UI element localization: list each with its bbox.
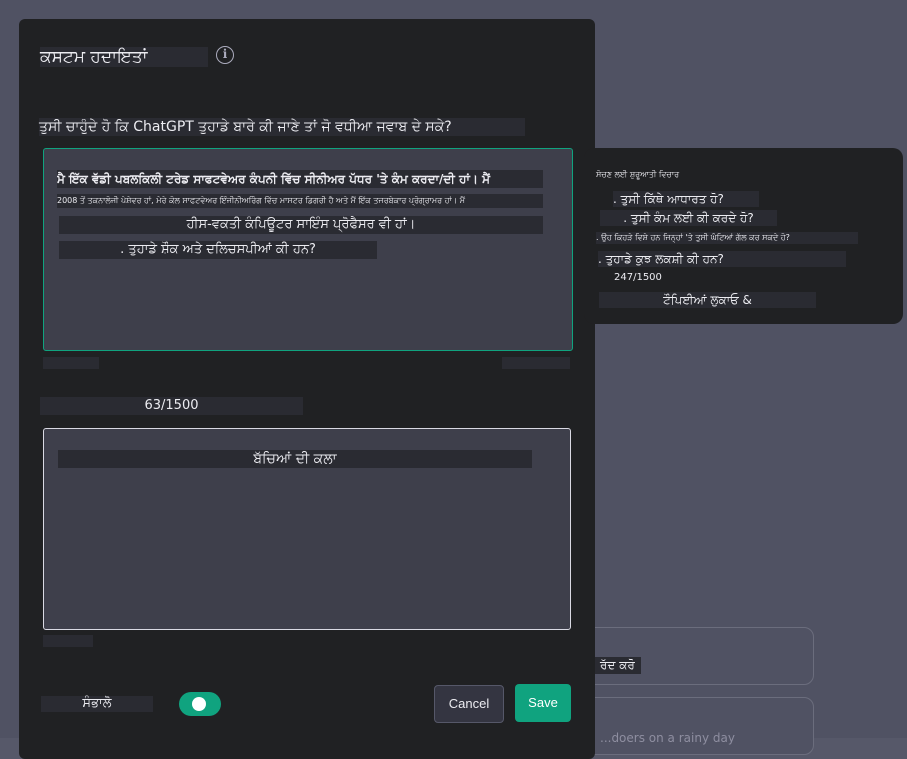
background-cancel-label[interactable]: ਰੱਦ ਕਰੋ (594, 657, 641, 674)
background-prompt-chip[interactable] (578, 697, 814, 755)
about-you-line: 2008 ਤੋਂ ਤਕਨਾਲੋਜੀ ਪੇਸ਼ੇਵਰ ਹਾਂ, ਮੇਰੇ ਕੋਲ … (57, 194, 543, 208)
tooltip-heading: ਸੋਚਣ ਲਈ ਸ਼ੁਰੂਆਤੀ ਵਿਚਾਰ (596, 170, 680, 179)
custom-instructions-modal: ਕਸਟਮ ਹਦਾਇਤਾਂ i ਤੁਸੀ ਚਾਹੁੰਦੇ ਹੋ ਕਿ ChatGP… (19, 19, 595, 759)
tooltip-item: . ਤੁਸੀ ਕਿੱਥੇ ਆਧਾਰਤ ਹੋ? (613, 191, 759, 207)
tooltip-item: . ਉਹ ਕਿਹੜੇ ਵਿਸ਼ੇ ਹਨ ਜਿਨ੍ਹਾਂ 'ਤੇ ਤੁਸੀ ਘੰਟ… (596, 232, 858, 244)
tooltip-counter: 247/1500 (614, 272, 662, 283)
hide-tips-button[interactable]: ਟੌਪਿਈਆਂ ਲੁਕਾਓ & (599, 292, 816, 308)
thought-starters-tooltip: ਸੋਚਣ ਲਈ ਸ਼ੁਰੂਆਤੀ ਵਿਚਾਰ . ਤੁਸੀ ਕਿੱਥੇ ਆਧਾਰ… (584, 148, 903, 324)
thought-starters-link[interactable] (43, 635, 93, 647)
about-you-line: ਹੀਸ-ਵਕਤੀ ਕੰਪਿਊਟਰ ਸਾਇੰਸ ਪ੍ਰੋਫੈਸਰ ਵੀ ਹਾਂ। (59, 216, 543, 234)
question-about-you: ਤੁਸੀ ਚਾਹੁੰਦੇ ਹੋ ਕਿ ChatGPT ਤੁਹਾਡੇ ਬਾਰੇ ਕ… (39, 118, 525, 136)
thought-starters-link[interactable] (43, 357, 99, 369)
response-preferences-textarea[interactable]: ਬੱਚਿਆਂ ਦੀ ਕਲਾ (43, 428, 571, 630)
about-you-line: . ਤੁਹਾਡੇ ਸ਼ੌਕ ਅਤੇ ਦਲਿਚਸਪੀਆਂ ਕੀ ਹਨ? (59, 241, 377, 259)
response-preferences-line: ਬੱਚਿਆਂ ਦੀ ਕਲਾ (58, 450, 532, 468)
info-icon[interactable]: i (216, 46, 234, 64)
enable-toggle[interactable] (179, 692, 221, 716)
toggle-knob (192, 697, 206, 711)
tooltip-item: . ਤੁਹਾਡੇ ਕੁਝ ਲਕਸ਼ੀ ਕੀ ਹਨ? (598, 251, 846, 267)
cancel-button[interactable]: Cancel (434, 685, 504, 723)
modal-title: ਕਸਟਮ ਹਦਾਇਤਾਂ (40, 47, 208, 67)
about-you-line: ਮੈ ਇੱਕ ਵੱਡੀ ਪਬਲਕਿਲੀ ਟਰੇਡ ਸਾਫਟਵੇਅਰ ਕੰਪਨੀ … (57, 170, 543, 188)
background-chip-text: ...doers on a rainy day (600, 731, 735, 745)
background-prompt-chip[interactable] (578, 627, 814, 685)
enable-for-new-chats-label: ਸੰਭਾਲੋ (41, 696, 153, 712)
tooltip-item: . ਤੁਸੀ ਕੰਮ ਲਈ ਕੀ ਕਰਦੇ ਹੋ? (600, 210, 777, 226)
save-button[interactable]: Save (515, 684, 571, 722)
hide-tips-link[interactable] (502, 357, 570, 369)
about-you-textarea[interactable]: ਮੈ ਇੱਕ ਵੱਡੀ ਪਬਲਕਿਲੀ ਟਰੇਡ ਸਾਫਟਵੇਅਰ ਕੰਪਨੀ … (43, 148, 573, 351)
character-counter: 63/1500 (40, 397, 303, 415)
